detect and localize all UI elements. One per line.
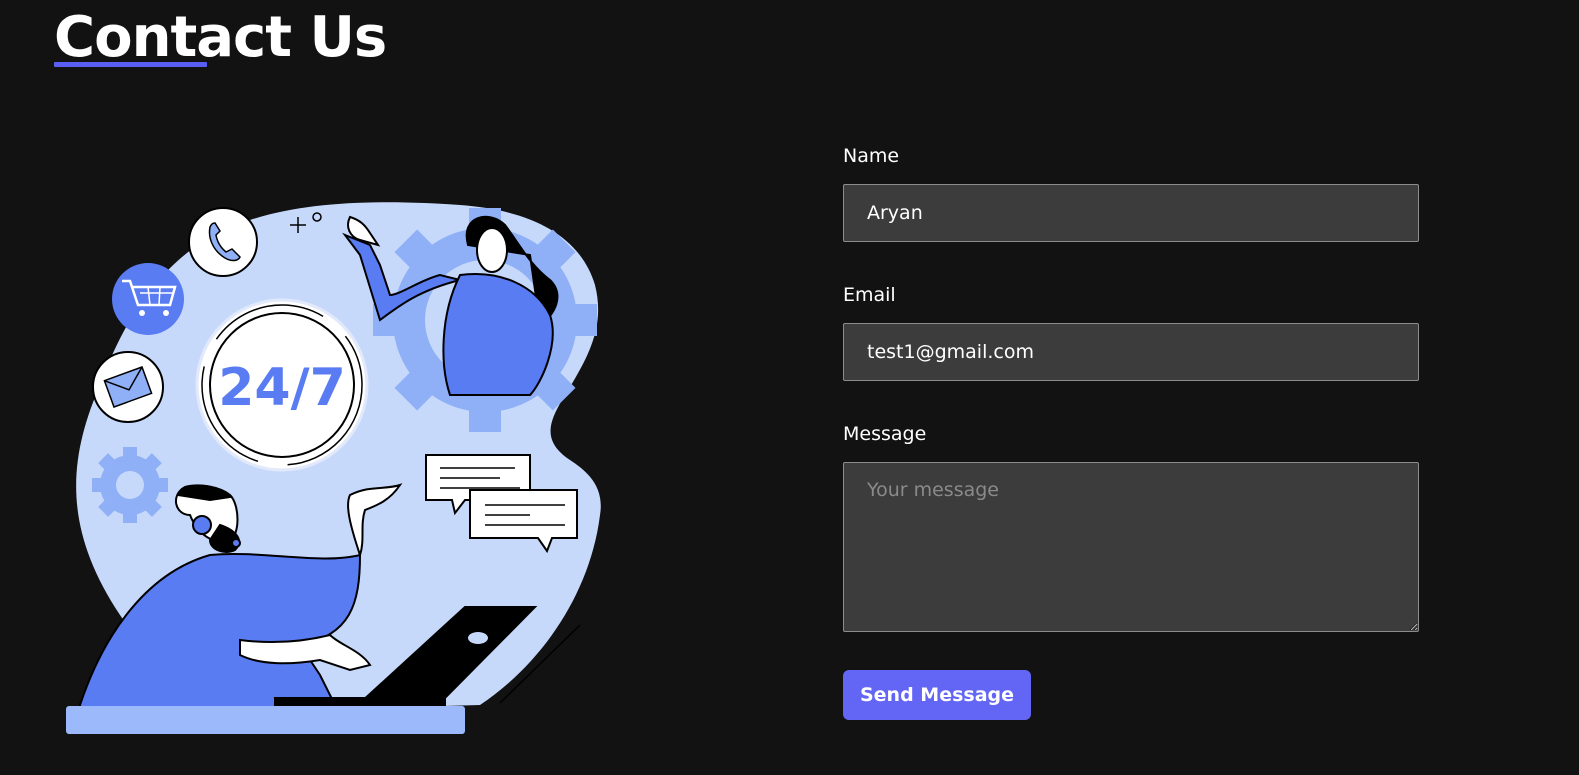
contact-page: Contact Us 24/7 Name Aryan Email test1@g… [0, 0, 1579, 775]
name-label: Name [843, 145, 900, 167]
phone-icon [188, 207, 258, 277]
name-field-group: Name [843, 140, 1419, 242]
name-input[interactable] [843, 184, 1419, 242]
message-field-group: Message [843, 418, 1419, 632]
support-24-7-badge: 24/7 [195, 298, 369, 472]
shopping-cart-icon [112, 263, 184, 335]
mail-icon [92, 351, 164, 423]
email-field-group: Email [843, 279, 1419, 381]
contact-form: Name Email Message [843, 140, 1419, 669]
email-input[interactable] [843, 323, 1419, 381]
email-label: Email [843, 284, 896, 306]
send-message-button[interactable]: Send Message [843, 670, 1031, 720]
small-gear-icon [92, 447, 168, 523]
message-textarea[interactable] [843, 462, 1419, 632]
customer-support-illustration: 24/7 [66, 202, 601, 734]
message-label: Message [843, 423, 927, 445]
desk [66, 706, 465, 734]
badge-text: 24/7 [218, 358, 346, 418]
title-underline [54, 62, 207, 67]
